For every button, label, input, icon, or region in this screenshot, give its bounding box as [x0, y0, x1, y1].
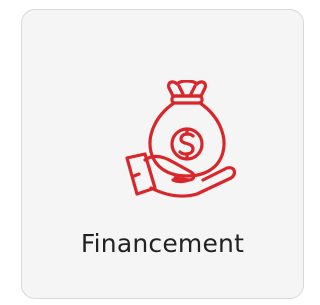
- tile-label: Financement: [80, 229, 245, 258]
- money-bag-in-hand-icon: [117, 80, 257, 206]
- financement-tile[interactable]: Financement: [21, 9, 304, 299]
